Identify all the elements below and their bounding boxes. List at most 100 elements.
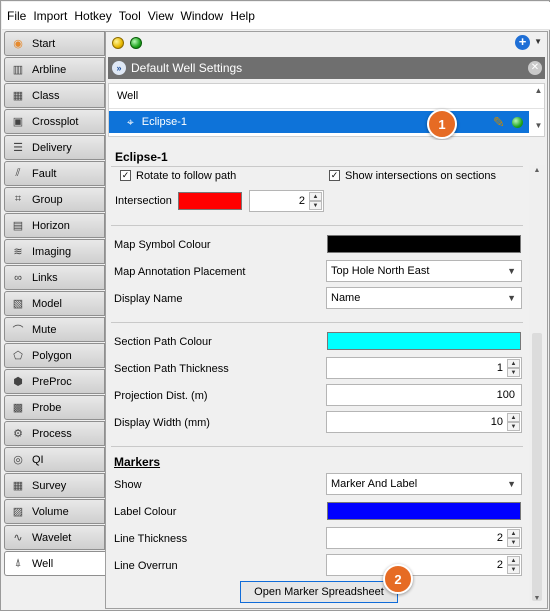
map-symbol-colour-swatch[interactable] [327, 235, 521, 253]
stepper-down-icon[interactable]: ▼ [309, 201, 322, 210]
stepper-up-icon[interactable]: ▲ [507, 413, 520, 422]
expand-double-arrow-icon[interactable]: » [112, 61, 126, 75]
divider [111, 166, 523, 167]
main-panel: + ▼ » Default Well Settings ✕ Well ⌖ Ecl… [105, 31, 548, 609]
nav-item-probe[interactable]: ▩ Probe [4, 395, 105, 420]
nav-item-survey[interactable]: ▦ Survey [4, 473, 105, 498]
nav-item-imaging[interactable]: ≋ Imaging [4, 239, 105, 264]
line-thickness-stepper[interactable]: 2 ▲ ▼ [326, 527, 522, 549]
list-item-eclipse-1[interactable]: ⌖ Eclipse-1 [109, 111, 529, 133]
menu-hotkey[interactable]: Hotkey [74, 9, 111, 23]
section-path-thickness-label: Section Path Thickness [114, 363, 229, 375]
section-path-colour-label: Section Path Colour [114, 336, 212, 348]
scroll-up-icon[interactable]: ▲ [529, 167, 545, 174]
chevron-down-icon[interactable]: ▼ [507, 288, 516, 308]
well-list: Well ⌖ Eclipse-1 ✎ [108, 83, 545, 137]
preproc-icon: ⬢ [13, 376, 23, 388]
display-name-select[interactable]: Name ▼ [326, 287, 522, 309]
delivery-icon: ☰ [13, 142, 23, 154]
intersection-color-swatch[interactable] [178, 192, 242, 210]
green-status-dot-icon[interactable] [512, 117, 523, 128]
stepper-up-icon[interactable]: ▲ [309, 192, 322, 201]
nav-item-process[interactable]: ⚙ Process [4, 421, 105, 446]
nav-item-group[interactable]: ⌗ Group [4, 187, 105, 212]
nav-item-links[interactable]: ∞ Links [4, 265, 105, 290]
nav-item-class[interactable]: ▦ Class [4, 83, 105, 108]
map-annotation-label: Map Annotation Placement [114, 266, 246, 278]
nav-item-wavelet[interactable]: ∿ Wavelet [4, 525, 105, 550]
show-label: Show [114, 479, 142, 491]
nav-item-horizon[interactable]: ▤ Horizon [4, 213, 105, 238]
nav-item-volume[interactable]: ▨ Volume [4, 499, 105, 524]
yellow-status-dot-icon[interactable] [112, 37, 124, 49]
chevron-down-icon[interactable]: ▼ [507, 261, 516, 281]
green-status-dot-icon[interactable] [130, 37, 142, 49]
stepper-down-icon[interactable]: ▼ [507, 422, 520, 431]
intersection-stepper[interactable]: 2 ▲ ▼ [249, 190, 324, 212]
probe-icon: ▩ [12, 402, 24, 414]
callout-badge-2: 2 [383, 564, 413, 594]
show-intersections-checkbox[interactable]: ✓ [329, 170, 340, 181]
default-settings-bar[interactable]: » Default Well Settings ✕ [108, 57, 545, 79]
list-scrollbar[interactable]: ▲ ▼ [532, 83, 545, 137]
nav-item-model[interactable]: ▧ Model [4, 291, 105, 316]
volume-icon: ▨ [12, 506, 24, 518]
nav-item-well[interactable]: ⍋ Well [4, 551, 105, 576]
divider [111, 322, 523, 323]
section-path-colour-swatch[interactable] [327, 332, 521, 350]
fault-icon: ⫽ [15, 167, 21, 179]
menu-help[interactable]: Help [230, 9, 255, 23]
imaging-icon: ≋ [13, 246, 23, 258]
chevron-down-icon[interactable]: ▼ [507, 474, 516, 494]
stepper-down-icon[interactable]: ▼ [507, 368, 520, 377]
label-colour-swatch[interactable] [327, 502, 521, 520]
stepper-up-icon[interactable]: ▲ [507, 359, 520, 368]
well-icon: ⍋ [14, 557, 22, 569]
nav-item-start[interactable]: ◉ Start [4, 31, 105, 56]
add-icon[interactable]: + [515, 35, 530, 50]
nav-item-preproc[interactable]: ⬢ PreProc [4, 369, 105, 394]
menu-window[interactable]: Window [181, 9, 224, 23]
nav-item-fault[interactable]: ⫽ Fault [4, 161, 105, 186]
stepper-down-icon[interactable]: ▼ [507, 538, 520, 547]
horizon-icon: ▤ [12, 220, 24, 232]
close-icon[interactable]: ✕ [528, 61, 542, 75]
nav-item-qi[interactable]: ◎ QI [4, 447, 105, 472]
arbline-icon: ▥ [12, 64, 24, 76]
menu-tool[interactable]: Tool [119, 9, 141, 23]
marker-show-select[interactable]: Marker And Label ▼ [326, 473, 522, 495]
nav-item-delivery[interactable]: ☰ Delivery [4, 135, 105, 160]
class-icon: ▦ [12, 90, 24, 102]
display-width-stepper[interactable]: 10 ▲ ▼ [326, 411, 522, 433]
scroll-down-icon[interactable]: ▼ [532, 121, 545, 130]
start-icon: ◉ [13, 38, 23, 50]
open-marker-spreadsheet-button[interactable]: Open Marker Spreadsheet [240, 581, 398, 603]
details-scrollbar[interactable]: ▲ ▼ [529, 165, 545, 605]
projection-dist-label: Projection Dist. (m) [114, 390, 208, 402]
callout-badge-1: 1 [427, 109, 457, 139]
menu-import[interactable]: Import [33, 9, 67, 23]
projection-dist-field[interactable]: 100 [326, 384, 522, 406]
stepper-down-icon[interactable]: ▼ [507, 565, 520, 574]
scroll-up-icon[interactable]: ▲ [532, 86, 545, 95]
details-panel: Eclipse-1 ✓ Rotate to follow path ✓ Show… [106, 140, 547, 608]
nav-item-arbline[interactable]: ▥ Arbline [4, 57, 105, 82]
stepper-up-icon[interactable]: ▲ [507, 556, 520, 565]
line-overrun-label: Line Overrun [114, 560, 178, 572]
scrollbar-thumb[interactable] [532, 333, 542, 601]
pencil-icon[interactable]: ✎ [493, 114, 505, 131]
mute-icon: ⌒ [12, 324, 24, 337]
nav-item-polygon[interactable]: ⬠ Polygon [4, 343, 105, 368]
chevron-down-icon[interactable]: ▼ [534, 37, 542, 46]
stepper-up-icon[interactable]: ▲ [507, 529, 520, 538]
line-overrun-stepper[interactable]: 2 ▲ ▼ [326, 554, 522, 576]
menu-file[interactable]: File [7, 9, 26, 23]
scroll-down-icon[interactable]: ▼ [529, 595, 545, 602]
nav-item-mute[interactable]: ⌒ Mute [4, 317, 105, 342]
display-name-label: Display Name [114, 293, 183, 305]
menu-view[interactable]: View [148, 9, 174, 23]
section-path-thickness-stepper[interactable]: 1 ▲ ▼ [326, 357, 522, 379]
map-annotation-select[interactable]: Top Hole North East ▼ [326, 260, 522, 282]
nav-item-crossplot[interactable]: ▣ Crossplot [4, 109, 105, 134]
rotate-checkbox[interactable]: ✓ [120, 170, 131, 181]
